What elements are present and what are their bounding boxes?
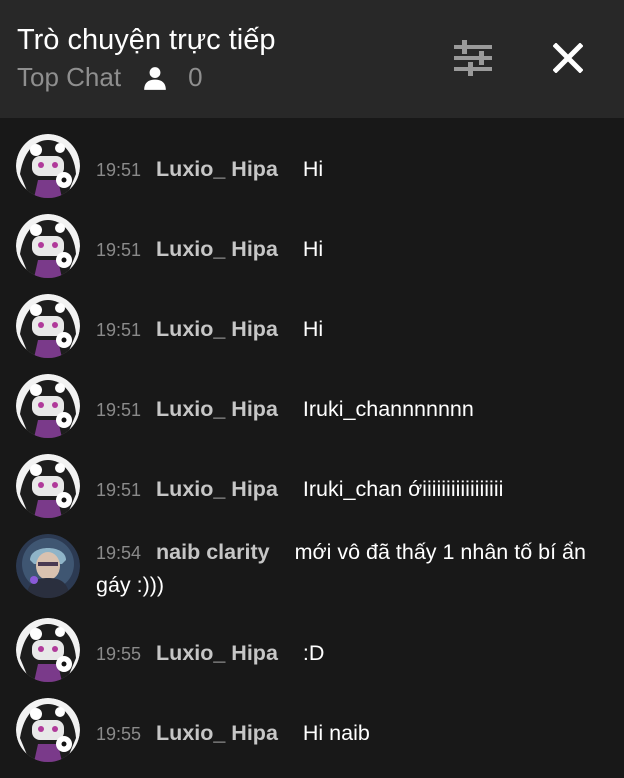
message-text: Iruki_chan ớiiiiiiiiiiiiiiiii: [302, 477, 504, 501]
filter-sliders-icon: [454, 40, 492, 76]
luxio-avatar[interactable]: [16, 214, 80, 278]
message-author[interactable]: Luxio_ Hipa: [156, 237, 278, 261]
viewer-count: 0: [188, 62, 203, 92]
message-author[interactable]: Luxio_ Hipa: [156, 317, 278, 341]
message-timestamp: 19:54: [96, 543, 142, 563]
chat-title: Trò chuyện trực tiếp: [17, 24, 276, 56]
close-button[interactable]: [544, 34, 592, 82]
filter-button[interactable]: [449, 34, 497, 82]
chat-message[interactable]: 19:55 Luxio_ Hipa Hi naib: [0, 698, 624, 778]
luxio-avatar[interactable]: [16, 698, 80, 762]
message-timestamp: 19:51: [96, 400, 142, 420]
message-text: :D: [302, 641, 325, 665]
message-author[interactable]: Luxio_ Hipa: [156, 397, 278, 421]
message-author[interactable]: Luxio_ Hipa: [156, 721, 278, 745]
message-timestamp: 19:51: [96, 160, 142, 180]
message-text: Hi naib: [302, 721, 370, 745]
message-text: Iruki_channnnnnn: [302, 397, 474, 421]
chat-header: Trò chuyện trực tiếp Top Chat 0: [0, 0, 624, 118]
message-text: Hi: [302, 237, 324, 261]
message-timestamp: 19:51: [96, 240, 142, 260]
message-text: Hi: [302, 157, 324, 181]
luxio-avatar[interactable]: [16, 454, 80, 518]
naib-avatar[interactable]: [16, 534, 80, 598]
message-timestamp: 19:51: [96, 480, 142, 500]
message-timestamp: 19:55: [96, 644, 142, 664]
chat-message[interactable]: 19:51 Luxio_ Hipa Iruki_channnnnnn: [0, 374, 624, 454]
luxio-avatar[interactable]: [16, 294, 80, 358]
chat-mode-selector[interactable]: Top Chat 0: [17, 62, 203, 93]
chat-message[interactable]: 19:51 Luxio_ Hipa Hi: [0, 214, 624, 294]
chat-message[interactable]: 19:54 naib clarity mới vô đã thấy 1 nhân t…: [0, 534, 624, 618]
close-icon: [553, 43, 583, 73]
message-author[interactable]: Luxio_ Hipa: [156, 157, 278, 181]
message-author[interactable]: naib clarity: [156, 540, 270, 564]
message-timestamp: 19:51: [96, 320, 142, 340]
chat-message[interactable]: 19:55 Luxio_ Hipa :D: [0, 618, 624, 698]
person-icon: [144, 66, 166, 90]
message-timestamp: 19:55: [96, 724, 142, 744]
message-author[interactable]: Luxio_ Hipa: [156, 477, 278, 501]
chat-message[interactable]: 19:51 Luxio_ Hipa Hi: [0, 294, 624, 374]
chat-mode-label: Top Chat: [17, 62, 122, 92]
message-text: Hi: [302, 317, 324, 341]
chat-message-list[interactable]: 19:51 Luxio_ Hipa Hi 19:51 Luxio_ Hipa Hi: [0, 118, 624, 778]
chat-message[interactable]: 19:51 Luxio_ Hipa Hi: [0, 134, 624, 214]
chat-message[interactable]: 19:51 Luxio_ Hipa Iruki_chan ớiiiiiiiiiiii…: [0, 454, 624, 534]
luxio-avatar[interactable]: [16, 374, 80, 438]
message-author[interactable]: Luxio_ Hipa: [156, 641, 278, 665]
luxio-avatar[interactable]: [16, 618, 80, 682]
luxio-avatar[interactable]: [16, 134, 80, 198]
